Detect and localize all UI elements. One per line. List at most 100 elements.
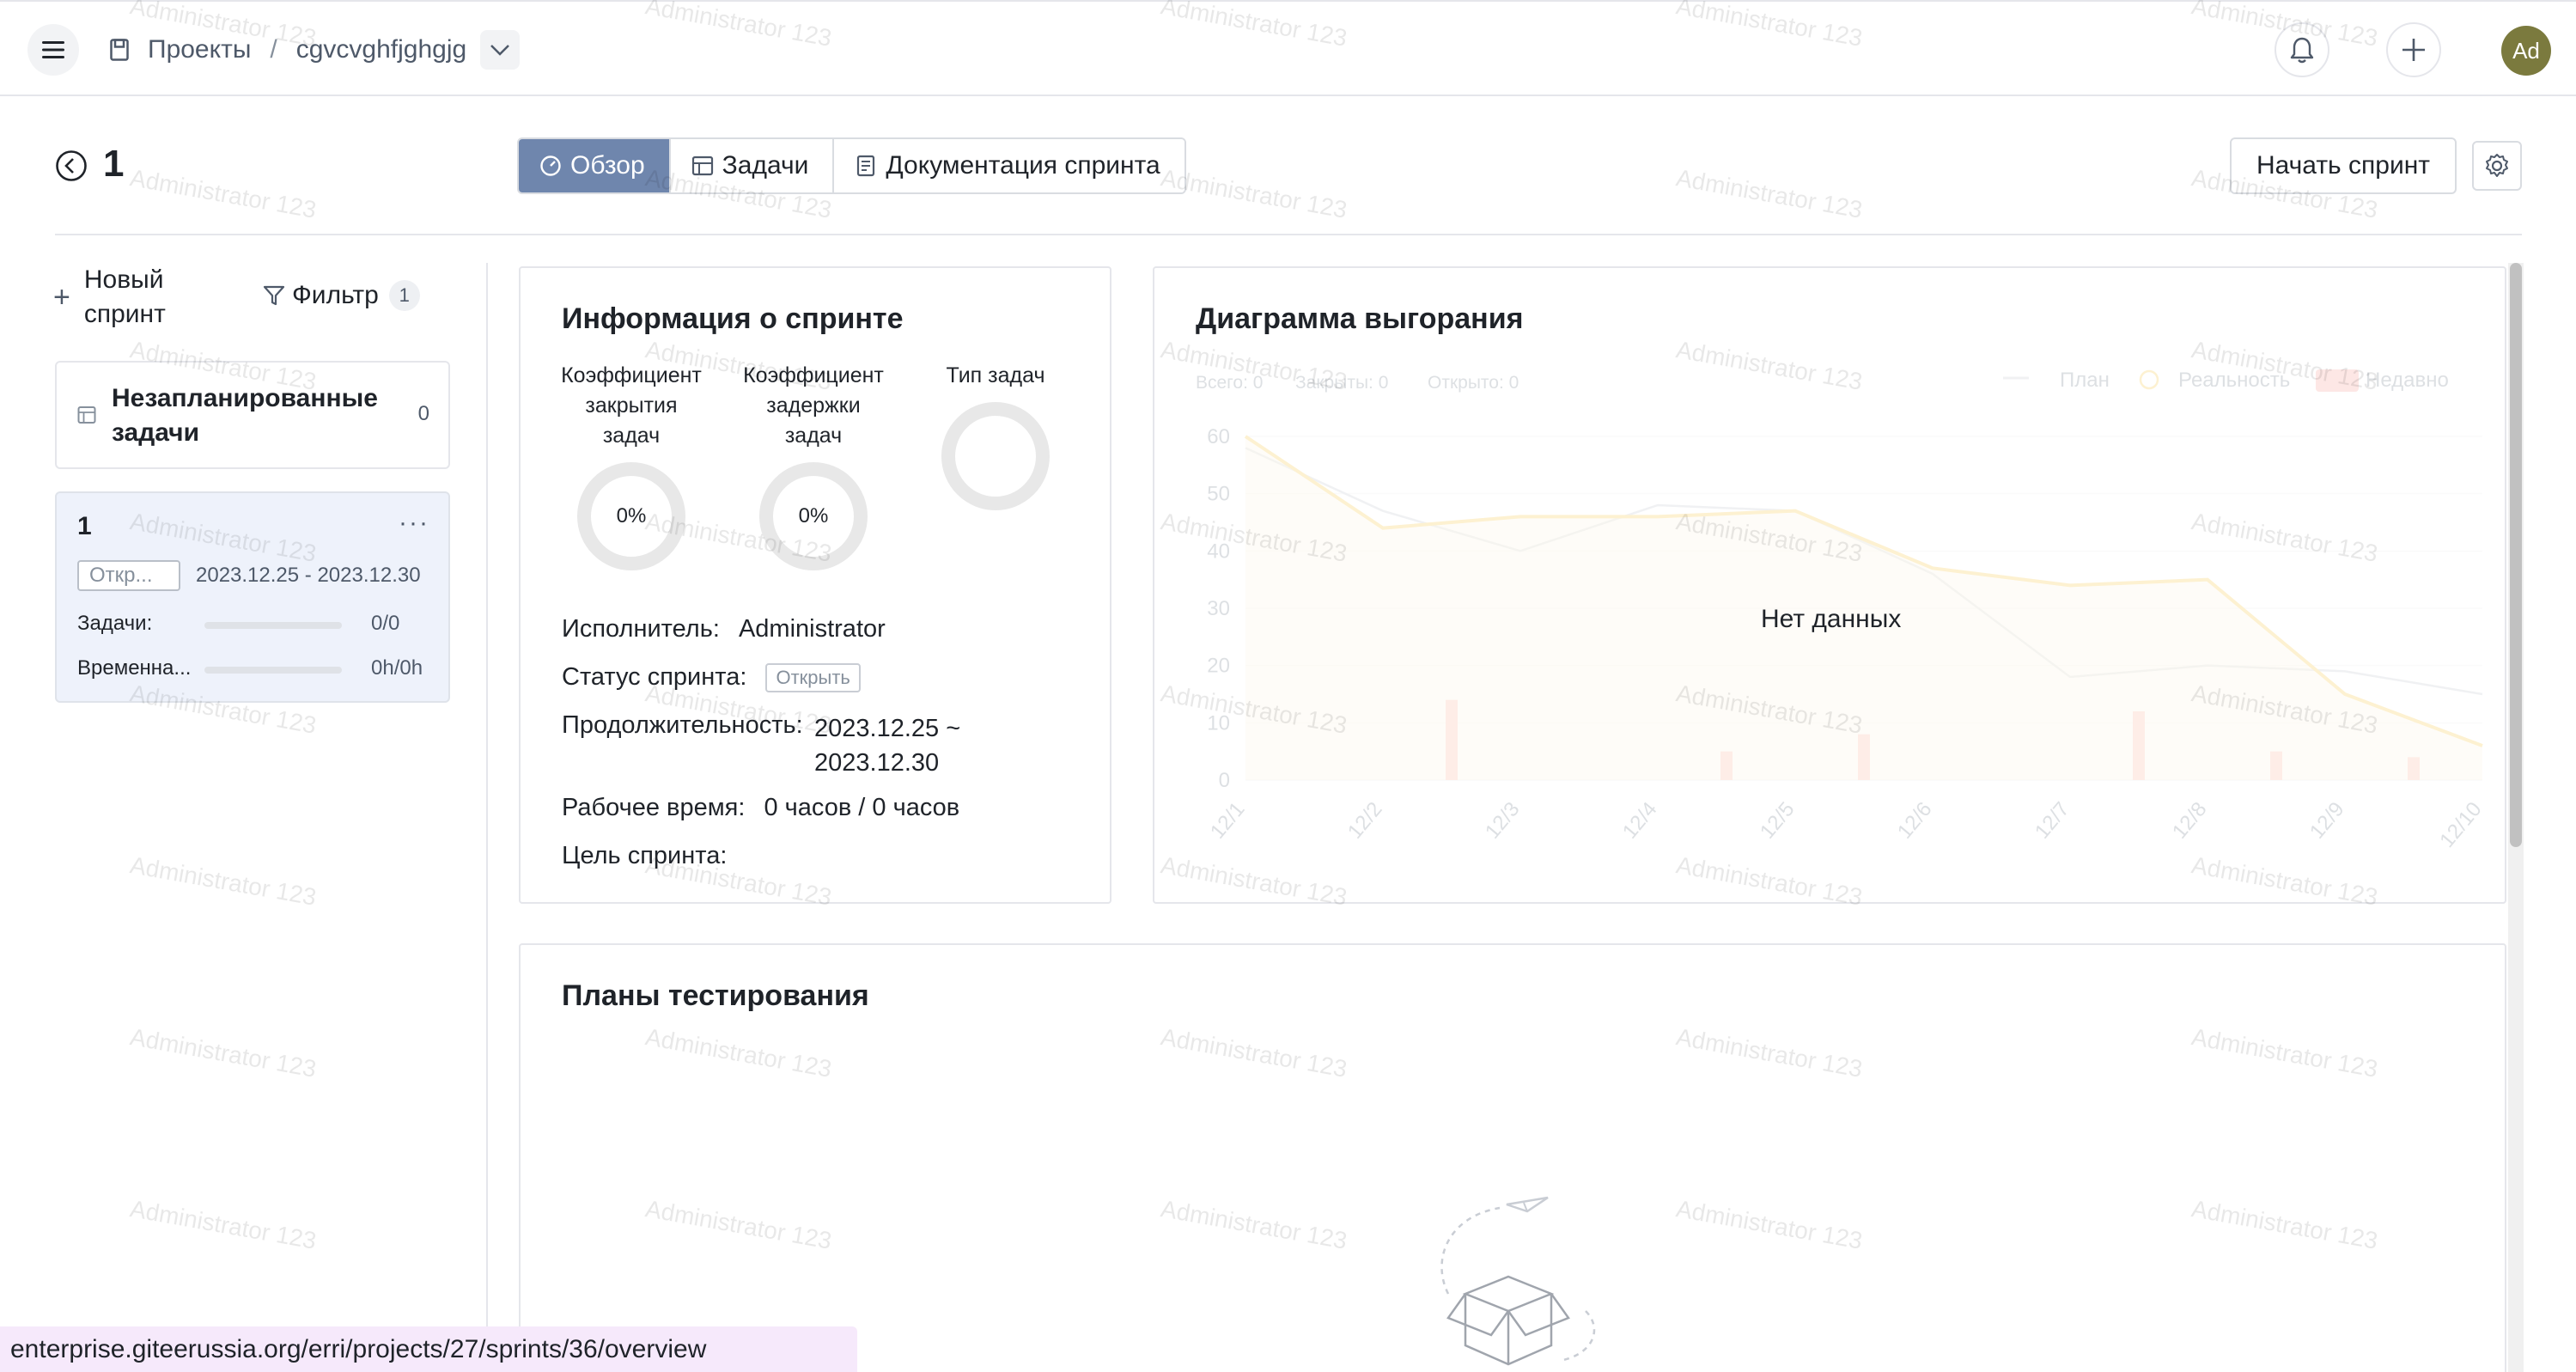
duration-row: Продолжительность: [562,711,803,740]
breadcrumb: Проекты / cgvcvghfjghgjg [110,26,521,74]
stat-open: Открыто: 0 [1428,373,1519,393]
stat-total: Всего: 0 [1196,373,1263,393]
y-tick-label: 60 [1207,425,1230,448]
status-url: enterprise.giteerussia.org/erri/projects… [0,1326,857,1372]
create-button[interactable] [2386,22,2441,77]
filter-icon [263,285,285,306]
y-tick-label: 20 [1207,655,1230,678]
y-tick-label: 50 [1207,483,1230,506]
sprint-status-row: Статус спринта: Открыть [562,663,861,693]
y-axis-ticks: 0 10 20 30 40 50 60 [1207,425,1230,792]
breadcrumb-project-name[interactable]: cgvcvghfjghgjg [296,35,466,64]
tab-overview-label: Обзор [570,151,645,180]
no-data-label: Нет данных [1761,605,1902,633]
x-tick-label: 12/6 [1893,798,1937,844]
filter-button[interactable]: Фильтр 1 [263,280,420,311]
unplanned-tasks-label: Незапланированные задачи [112,384,378,447]
bell-icon [2290,37,2314,64]
sprint-status-label: Статус спринта: [562,663,747,691]
more-icon[interactable]: ··· [399,509,429,538]
doc-icon [857,155,875,177]
close-rate-ring: 0% [577,462,685,570]
close-rate-gauge: Коэффициент закрытия задач [560,361,703,451]
watermark-text: Administrator 123 [128,851,319,911]
x-axis-ticks: 12/1 12/2 12/3 12/4 12/5 12/6 12/7 12/8 12/9 12/1… [1206,798,2487,852]
delay-rate-gauge: Коэффициент задержки задач [742,361,885,451]
sprint-settings-button[interactable] [2472,141,2522,191]
notifications-button[interactable] [2275,22,2329,77]
tab-tasks-label: Задачи [722,151,809,180]
x-tick-label: 12/7 [2031,798,2074,844]
stat-closed: Закрыты: 0 [1295,373,1388,393]
project-switch-dropdown[interactable] [480,30,521,70]
tab-overview[interactable]: Обзор [519,139,671,192]
x-tick-label: 12/8 [2168,798,2212,844]
unplanned-tasks-item[interactable]: Незапланированные задачи 0 [55,361,450,469]
delay-rate-ring: 0% [759,462,868,570]
legend-recent: Недавно [2366,369,2449,392]
tab-sprint-docs-label: Документация спринта [886,151,1160,180]
burndown-chart: Всего: 0 Закрыты: 0 Открыто: 0 План Реал… [1196,369,2487,852]
breadcrumb-projects-link[interactable]: Проекты [148,35,251,64]
test-plans-title: Планы тестирования [562,979,869,1012]
y-tick-label: 0 [1219,769,1230,792]
tab-sprint-docs[interactable]: Документация спринта [834,139,1184,192]
watermark-text: Administrator 123 [128,164,319,223]
tasks-progress-bar [204,622,342,629]
start-sprint-button[interactable]: Начать спринт [2230,137,2457,194]
sprint-goal-label: Цель спринта: [562,842,728,869]
assignee-label: Исполнитель: [562,615,720,643]
sidebar-divider [486,263,488,1372]
y-tick-label: 10 [1207,711,1230,735]
book-icon [110,39,129,61]
gauge-icon [540,155,561,176]
x-tick-label: 12/4 [1618,798,1662,844]
y-tick-label: 30 [1207,597,1230,620]
duration-value: 2023.12.25 ~ 2023.12.30 [814,711,960,780]
new-sprint-button[interactable]: + Новый спринт [53,263,166,332]
sprint-goal-row: Цель спринта: [562,842,727,870]
tasks-label: Задачи: [77,612,153,635]
plus-icon [2402,39,2425,61]
test-plans-panel: Планы тестирования [519,943,2506,1372]
unplanned-tasks-count: 0 [417,402,429,425]
x-tick-label: 12/1 [1206,798,1250,844]
legend-plan: План [2060,369,2110,392]
header-divider [55,234,2522,235]
menu-icon [42,41,64,58]
sprint-info-title: Информация о спринте [562,302,904,335]
close-rate-value: 0% [616,504,647,527]
assignee-value: Administrator [738,615,886,643]
legend-recent-swatch [2316,369,2359,392]
task-type-ring [941,402,1050,510]
task-type-label: Тип задач [946,363,1045,387]
tasks-value: 0/0 [371,612,400,635]
worktime-label: Рабочее время: [562,794,746,821]
hamburger-menu-button[interactable] [27,24,79,76]
top-bar: Проекты / cgvcvghfjghgjg Ad [0,0,2576,96]
user-avatar[interactable]: Ad [2501,26,2551,76]
new-sprint-label-line1: Новый [83,265,164,294]
watermark-text: Administrator 123 [128,1023,319,1082]
tab-tasks[interactable]: Задачи [670,139,835,192]
watermark-text: Administrator 123 [1159,164,1349,223]
sprint-info-panel: Информация о спринте Коэффициент закрыти… [519,266,1111,904]
empty-box-icon [1440,1196,1596,1366]
x-tick-label: 12/10 [2435,798,2486,852]
x-tick-label: 12/3 [1481,798,1525,844]
time-value: 0h/0h [371,656,423,680]
duration-end: 2023.12.30 [814,749,940,777]
duration-start: 2023.12.25 ~ [814,715,961,742]
back-icon[interactable] [55,149,88,182]
table-icon [77,406,96,424]
plus-icon: + [53,281,70,314]
sprint-status-tag: Открыть [765,663,861,693]
x-tick-label: 12/9 [2305,798,2349,844]
x-tick-label: 12/5 [1756,798,1800,844]
sprint-card[interactable]: 1 ··· Откр... 2023.12.25 - 2023.12.30 За… [55,491,450,703]
assignee-row: Исполнитель: Administrator [562,615,886,643]
burndown-panel: Диаграмма выгорания Всего: 0 Закрыты: 0 … [1153,266,2506,904]
sprint-card-tasks-row: Задачи: 0/0 [77,612,438,637]
scrollbar-thumb[interactable] [2510,263,2522,847]
worktime-value: 0 часов / 0 часов [764,794,960,821]
